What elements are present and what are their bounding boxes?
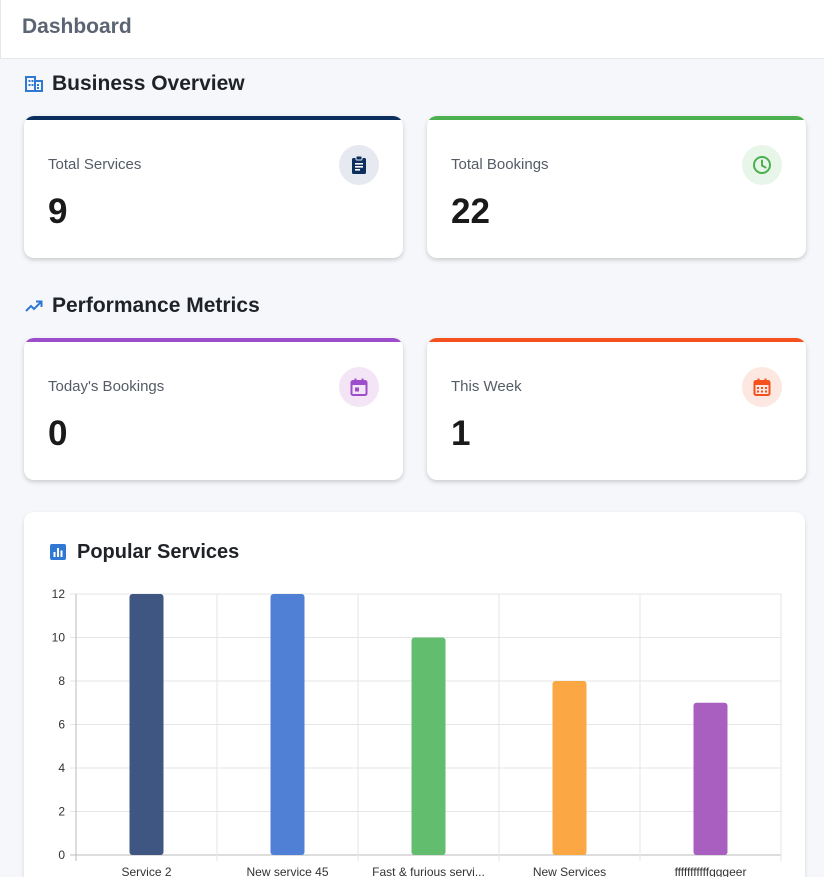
y-tick-label: 10 [52, 631, 66, 645]
business-overview-title: Business Overview [52, 72, 245, 95]
bar-chart-icon [50, 543, 68, 562]
y-tick-label: 6 [58, 718, 65, 732]
trending-up-icon [24, 296, 44, 316]
total-services-card: Total Services 9 [24, 116, 403, 258]
x-tick-label: fffffffffffgggeer [675, 865, 747, 877]
performance-metrics-heading: Performance Metrics [24, 294, 260, 318]
calendar-week-icon [742, 367, 782, 407]
x-tick-label: New service 45 [246, 865, 328, 877]
popular-services-chart: 0 2 4 6 8 10 12 Service 2 New service 45 Fast & f… [52, 587, 782, 877]
bar[interactable] [129, 594, 164, 855]
total-bookings-card: Total Bookings 22 [427, 116, 806, 258]
card-label: Total Services [48, 156, 142, 173]
x-tick-label: New Services [533, 865, 606, 877]
page-title: Dashboard [22, 15, 132, 38]
card-label: Today's Bookings [48, 378, 165, 395]
popular-services-title: Popular Services [77, 541, 240, 563]
y-tick-label: 2 [58, 805, 65, 819]
this-week-card: This Week 1 [427, 338, 806, 480]
card-label: This Week [451, 378, 522, 395]
card-value: 9 [48, 192, 68, 231]
y-tick-label: 12 [52, 587, 66, 601]
todays-bookings-card: Today's Bookings 0 [24, 338, 403, 480]
bar[interactable] [270, 594, 305, 855]
card-value: 0 [48, 414, 68, 453]
y-tick-label: 4 [58, 761, 65, 775]
card-label: Total Bookings [451, 156, 549, 173]
calendar-icon [339, 367, 379, 407]
y-tick-label: 0 [58, 848, 65, 862]
x-tick-label: Service 2 [121, 865, 171, 877]
card-accent-line [24, 116, 403, 120]
popular-services-card: 0 2 4 6 8 10 12 Service 2 New service 45 Fast & f… [24, 512, 805, 877]
building-icon [24, 74, 44, 94]
card-accent-line [427, 116, 806, 120]
card-accent-line [24, 338, 403, 342]
clipboard-icon [339, 145, 379, 185]
clock-icon [742, 145, 782, 185]
bar[interactable] [552, 681, 587, 855]
y-tick-label: 8 [58, 674, 65, 688]
card-value: 22 [451, 192, 490, 231]
top-bar: Dashboard [0, 0, 824, 59]
performance-metrics-title: Performance Metrics [52, 294, 260, 317]
x-tick-label: Fast & furious servi... [372, 865, 485, 877]
popular-services-heading: Popular Services [50, 541, 239, 564]
business-overview-heading: Business Overview [24, 72, 245, 96]
bar[interactable] [411, 637, 446, 856]
card-accent-line [427, 338, 806, 342]
bar[interactable] [693, 702, 728, 855]
card-value: 1 [451, 414, 471, 453]
